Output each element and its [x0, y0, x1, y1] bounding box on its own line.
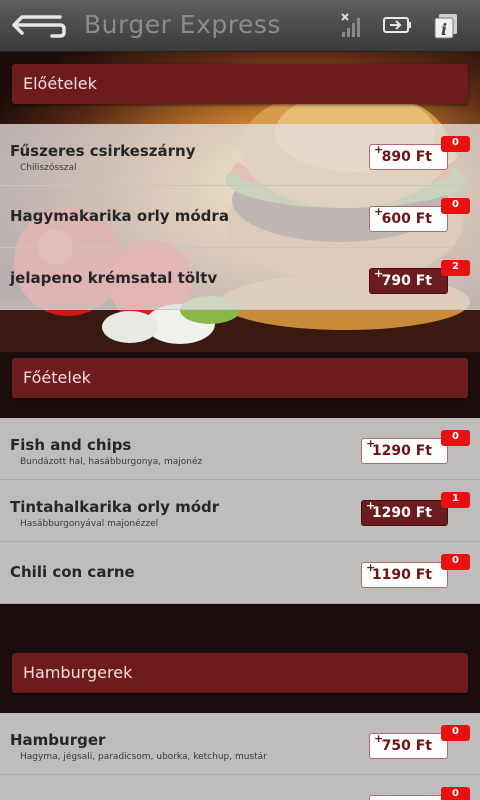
category-title: Előételek [23, 74, 97, 93]
menu-item-row[interactable]: Fűszeres csirkeszárny Chiliszósszal + 89… [0, 124, 480, 186]
menu-item-row[interactable]: Chili con carne + 1190 Ft 0 [0, 542, 480, 604]
plus-icon: + [374, 205, 384, 218]
svg-text:i: i [441, 20, 447, 39]
menu-item-row[interactable]: Tintahalkarika orly módr Hasábburgonyáva… [0, 480, 480, 542]
item-description: Bundázott hal, hasábburgonya, majonéz [20, 457, 203, 467]
category-header[interactable]: Előételek [12, 64, 468, 104]
item-price: 890 Ft [381, 149, 432, 165]
quantity-badge: 2 [441, 260, 470, 276]
quantity-badge: 0 [441, 198, 470, 214]
plus-icon: + [366, 437, 376, 450]
item-price: 750 Ft [381, 738, 432, 754]
back-arrow-icon [12, 15, 66, 38]
item-price: 1290 Ft [371, 505, 432, 521]
category-header[interactable]: Hamburgerek [12, 653, 468, 693]
plus-icon: + [366, 499, 376, 512]
info-icon[interactable]: i [430, 10, 464, 42]
quantity-badge: 1 [441, 492, 470, 508]
item-name: Fűszeres csirkeszárny [10, 142, 196, 160]
app-title: Burger Express [84, 10, 281, 39]
item-price: 1290 Ft [371, 443, 432, 459]
menu-item-row[interactable]: 0 [0, 775, 480, 800]
add-to-cart-button[interactable]: + 750 Ft [369, 732, 448, 759]
category-header[interactable]: Főételek [12, 358, 468, 398]
add-to-cart-button[interactable]: + 1290 Ft [361, 499, 448, 526]
menu-item-row[interactable]: Hamburger Hagyma, jégsali, paradicsom, u… [0, 713, 480, 775]
item-name: jelapeno krémsatal töltv [10, 269, 218, 287]
add-to-cart-button[interactable]: + 1190 Ft [361, 561, 448, 588]
add-to-cart-button[interactable]: + 790 Ft [369, 267, 448, 294]
action-bar: Burger Express i [0, 0, 480, 52]
quantity-badge: 0 [441, 136, 470, 152]
add-to-cart-button[interactable]: + 1290 Ft [361, 437, 448, 464]
item-name: Hamburger [10, 731, 106, 749]
category-title: Hamburgerek [23, 663, 133, 682]
no-signal-icon [336, 10, 370, 42]
item-price: 1190 Ft [371, 567, 432, 583]
quantity-badge: 0 [441, 554, 470, 570]
add-to-cart-button[interactable]: + 890 Ft [369, 143, 448, 170]
battery-icon [380, 10, 414, 42]
item-description: Chiliszósszal [20, 163, 77, 173]
item-description: Hasábburgonyával majonézzel [20, 519, 159, 529]
item-name: Chili con carne [10, 563, 135, 581]
plus-icon: + [374, 732, 384, 745]
menu-item-row[interactable]: Hagymakarika orly módra + 600 Ft 0 [0, 186, 480, 248]
quantity-badge: 0 [441, 725, 470, 741]
menu-item-row[interactable]: Fish and chips Bundázott hal, hasábburgo… [0, 418, 480, 480]
plus-icon: + [366, 561, 376, 574]
item-name: Fish and chips [10, 436, 132, 454]
category-title: Főételek [23, 368, 91, 387]
back-button[interactable] [8, 10, 68, 42]
quantity-badge: 0 [441, 430, 470, 446]
quantity-badge: 0 [441, 787, 470, 800]
plus-icon: + [374, 267, 384, 280]
menu-item-row[interactable]: jelapeno krémsatal töltv + 790 Ft 2 [0, 248, 480, 310]
add-to-cart-button[interactable]: + 600 Ft [369, 205, 448, 232]
add-to-cart-button[interactable] [369, 795, 448, 800]
item-name: Tintahalkarika orly módr [10, 498, 220, 516]
item-price: 600 Ft [381, 211, 432, 227]
item-description: Hagyma, jégsali, paradicsom, uborka, ket… [20, 752, 267, 762]
plus-icon: + [374, 143, 384, 156]
item-price: 790 Ft [381, 273, 432, 289]
item-name: Hagymakarika orly módra [10, 207, 229, 225]
